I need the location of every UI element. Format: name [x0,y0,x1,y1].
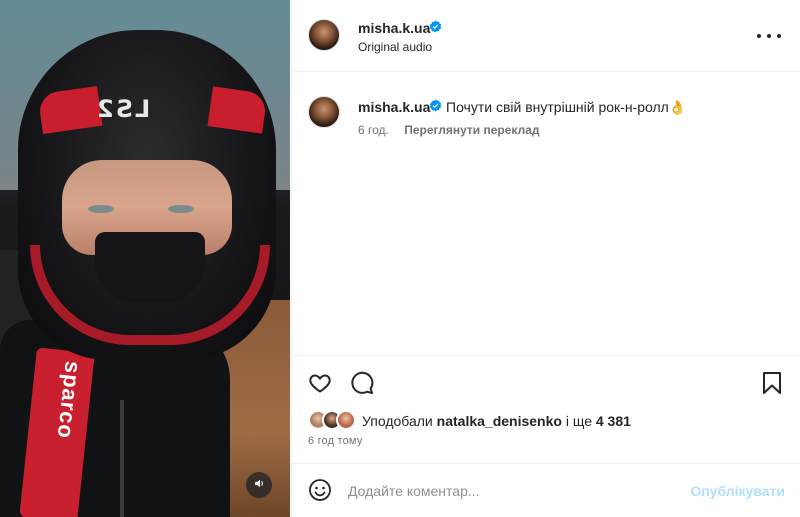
see-translation-button[interactable]: Переглянути переклад [404,123,539,137]
post-header: misha.k.ua Original audio [292,0,800,72]
caption-author-avatar[interactable] [308,96,340,128]
verified-badge-icon [429,99,442,117]
helmet-logo: LS2 [95,95,151,123]
verified-badge-icon [429,20,442,38]
first-liker-link[interactable]: natalka_denisenko [437,413,562,429]
action-bar [292,355,800,410]
comment-composer: Опублікувати [292,463,800,517]
mute-toggle-button[interactable] [246,472,272,498]
likes-prefix: Уподобали [362,413,437,429]
eyes [88,205,208,217]
post-timestamp[interactable]: 6 год тому [308,435,363,447]
more-dot-icon [757,34,761,38]
more-options-button[interactable] [757,26,781,46]
smiley-icon [309,479,331,501]
caption-meta: 6 год. Переглянути переклад [358,123,540,137]
comment-button[interactable] [350,371,374,400]
speaker-icon [253,477,266,493]
more-dot-icon [767,34,771,38]
post-sidebar: misha.k.ua Original audio misha.k.ua Поч… [291,0,800,517]
liker-avatar [336,410,356,430]
caption-username[interactable]: misha.k.ua [358,99,430,115]
heart-icon [309,374,331,393]
more-dot-icon [777,34,781,38]
likes-count[interactable]: 4 381 [596,413,631,429]
author-avatar[interactable] [308,19,340,51]
post-media[interactable]: sparco LS2 [0,0,290,517]
caption-time[interactable]: 6 год. [358,123,389,137]
likes-middle: і ще [561,413,596,429]
comment-icon [351,371,374,394]
caption-text: Почути свій внутрішній рок-н-ролл👌 [446,99,687,115]
audio-label[interactable]: Original audio [358,40,432,54]
comment-input[interactable] [348,480,678,502]
zipper [120,400,124,517]
likes-text: Уподобали natalka_denisenko і ще 4 381 [362,413,631,429]
emoji-picker-button[interactable] [308,478,332,507]
like-button[interactable] [308,371,332,400]
author-username[interactable]: misha.k.ua [358,20,430,36]
save-button[interactable] [761,371,783,400]
bookmark-icon [763,372,781,394]
post-comment-button[interactable]: Опублікувати [690,483,785,499]
